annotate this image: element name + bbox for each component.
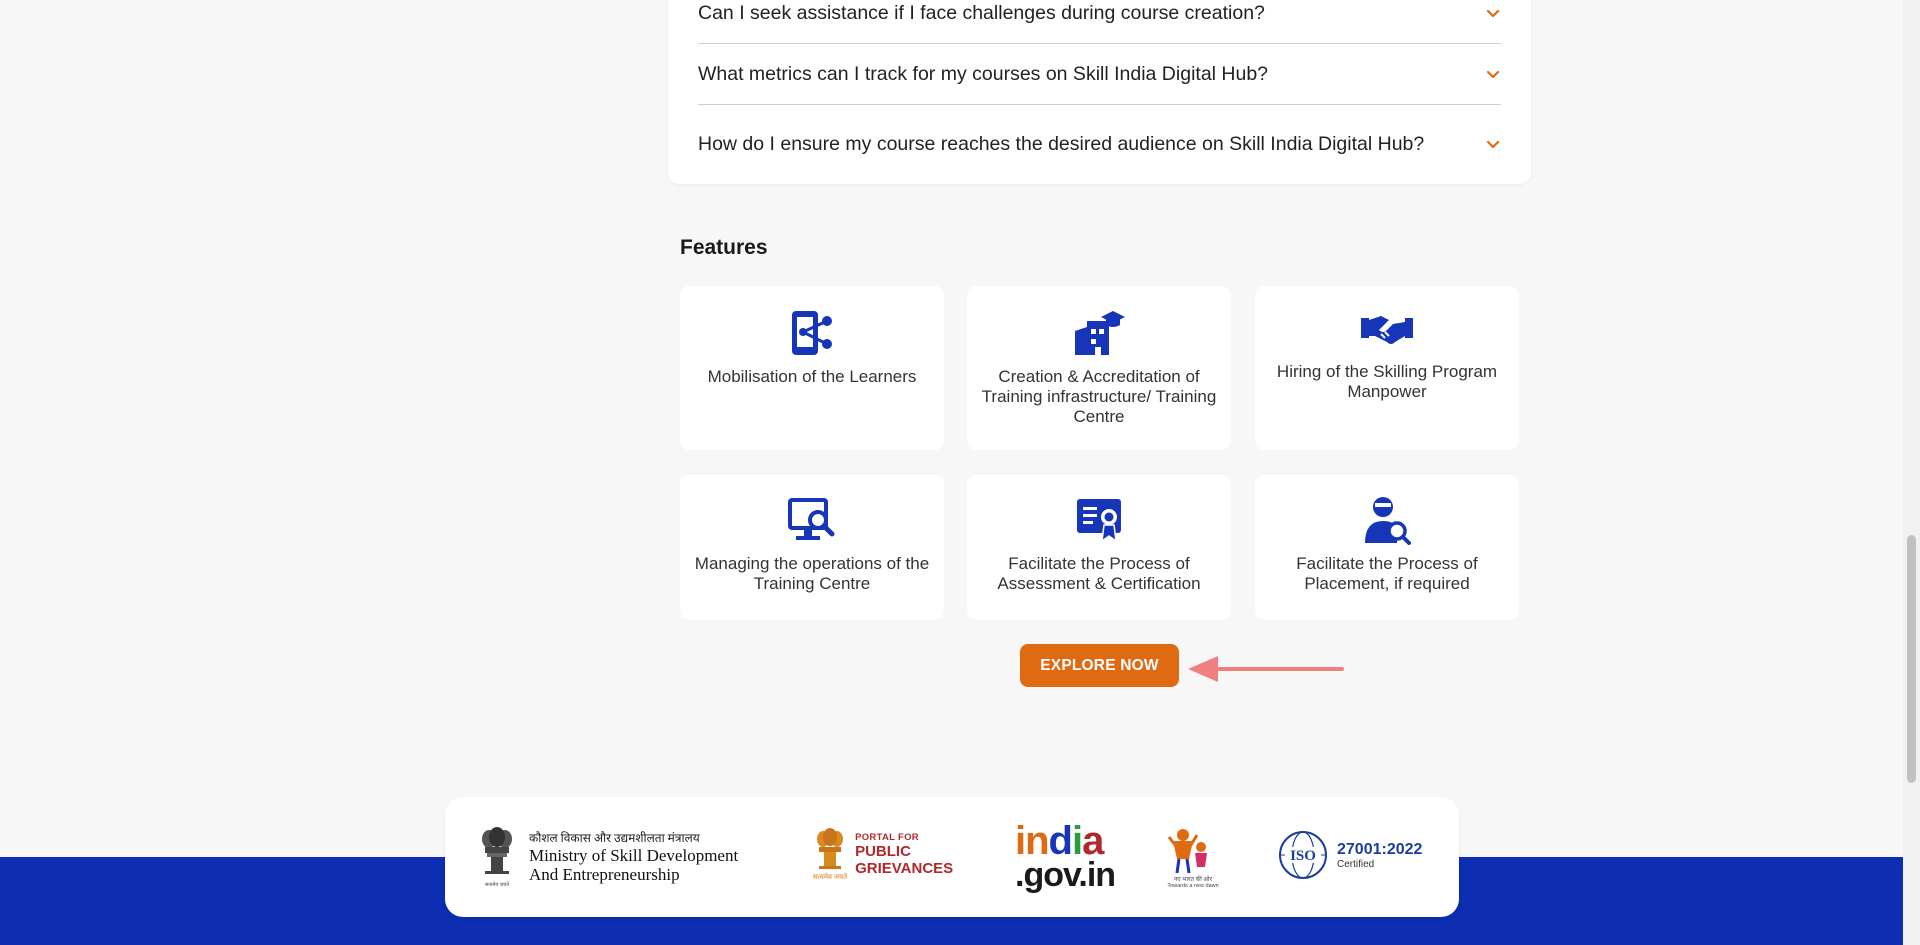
- faq-item[interactable]: How do I ensure my course reaches the de…: [698, 133, 1501, 156]
- iso-number: 27001:2022: [1337, 840, 1423, 858]
- public-grievances-logo[interactable]: सत्यमेव जयते PORTAL FOR PUBLIC GRIEVANCE…: [813, 827, 953, 882]
- faq-divider: [698, 104, 1501, 105]
- msde-name-line1: Ministry of Skill Development: [529, 846, 739, 865]
- msde-hindi-name: कौशल विकास और उद्यमशीलता मंत्रालय: [529, 831, 700, 845]
- person-search-icon: [1361, 494, 1413, 546]
- iso-globe-icon: ISO: [1279, 831, 1327, 879]
- faq-item[interactable]: What metrics can I track for my courses …: [698, 63, 1501, 86]
- feature-label: Facilitate the Process of Assessment & C…: [997, 554, 1201, 593]
- feature-label: Managing the operations of the Training …: [694, 554, 930, 593]
- page-scrollbar[interactable]: [1903, 0, 1920, 945]
- certificate-icon: [1073, 494, 1125, 546]
- feature-label: Mobilisation of the Learners: [707, 367, 917, 386]
- faq-divider: [698, 43, 1501, 44]
- partner-logo-strip: सत्यमेव जयते कौशल विकास और उद्यमशीलता मं…: [445, 797, 1459, 917]
- india-gov-top: india: [1015, 819, 1104, 863]
- feature-card-mobilisation[interactable]: Mobilisation of the Learners: [680, 286, 944, 450]
- towards-hindi: नए भारत की ओर: [1173, 877, 1213, 883]
- national-emblem-icon: सत्यमेव जयते: [479, 825, 515, 888]
- iso-certified: Certified: [1337, 858, 1375, 870]
- emblem-caption: सत्यमेव जयते: [484, 882, 510, 888]
- faq-card: Can I seek assistance if I face challeng…: [668, 0, 1531, 184]
- monitor-search-icon: [786, 494, 838, 546]
- iso-certification-logo[interactable]: ISO 27001:2022 Certified: [1277, 827, 1422, 883]
- grievances-line1: PUBLIC: [855, 843, 911, 860]
- msde-name-line2: And Entrepreneurship: [529, 865, 680, 884]
- chevron-down-icon[interactable]: [1485, 137, 1501, 153]
- feature-card-hiring[interactable]: Hiring of the Skilling Program Manpower: [1255, 286, 1519, 450]
- india-gov-logo[interactable]: india .gov.in: [1015, 819, 1116, 894]
- msde-logo[interactable]: सत्यमेव जयते कौशल विकास और उद्यमशीलता मं…: [479, 825, 738, 888]
- feature-card-assessment[interactable]: Facilitate the Process of Assessment & C…: [967, 475, 1231, 620]
- feature-card-creation[interactable]: Creation & Accreditation of Training inf…: [967, 286, 1231, 450]
- feature-card-managing[interactable]: Managing the operations of the Training …: [680, 475, 944, 620]
- faq-question: What metrics can I track for my courses …: [698, 63, 1269, 85]
- handshake-icon: [1361, 302, 1413, 354]
- faq-question: Can I seek assistance if I face challeng…: [698, 2, 1265, 24]
- emblem-gold-icon: सत्यमेव जयते: [813, 827, 847, 882]
- chevron-down-icon[interactable]: [1485, 67, 1501, 83]
- explore-now-button[interactable]: EXPLORE NOW: [1020, 644, 1179, 687]
- iso-badge-text: ISO: [1290, 848, 1316, 864]
- emblem-caption: सत्यमेव जयते: [813, 874, 848, 881]
- feature-label: Hiring of the Skilling Program Manpower: [1276, 362, 1498, 401]
- training-building-icon: [1073, 307, 1125, 359]
- people-icon: [1167, 829, 1207, 874]
- feature-label: Facilitate the Process of Placement, if …: [1296, 554, 1478, 593]
- india-gov-bottom: .gov.in: [1015, 856, 1116, 894]
- towards-new-dawn-logo[interactable]: नए भारत की ओर Towards a new dawn: [1165, 827, 1221, 889]
- annotation-arrow-icon: [1188, 656, 1344, 682]
- feature-label: Creation & Accreditation of Training inf…: [981, 367, 1217, 426]
- features-title: Features: [680, 236, 768, 259]
- scrollbar-thumb[interactable]: [1907, 535, 1916, 783]
- mobile-share-icon: [786, 307, 838, 359]
- feature-card-placement[interactable]: Facilitate the Process of Placement, if …: [1255, 475, 1519, 620]
- faq-question: How do I ensure my course reaches the de…: [698, 133, 1425, 155]
- grievances-small: PORTAL FOR: [855, 832, 919, 843]
- towards-en: Towards a new dawn: [1167, 883, 1219, 889]
- grievances-line2: GRIEVANCES: [855, 860, 954, 877]
- faq-item[interactable]: Can I seek assistance if I face challeng…: [698, 2, 1501, 25]
- chevron-down-icon[interactable]: [1485, 6, 1501, 22]
